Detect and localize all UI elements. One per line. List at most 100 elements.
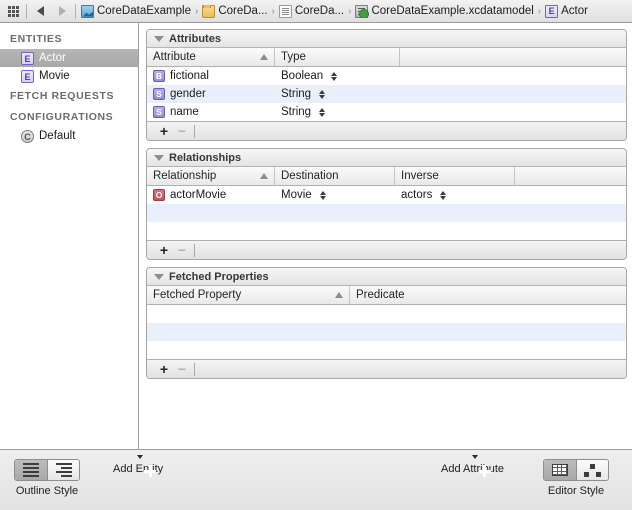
column-header-destination[interactable]: Destination xyxy=(275,167,395,185)
column-header-relationship[interactable]: Relationship xyxy=(147,167,275,185)
sort-ascending-icon xyxy=(260,54,268,60)
table-row-empty[interactable] xyxy=(147,323,626,341)
column-label: Inverse xyxy=(401,170,439,182)
attribute-name: name xyxy=(170,106,199,118)
sidebar-item-label: Default xyxy=(39,130,76,142)
outline-style-hierarchical-button[interactable] xyxy=(47,460,79,480)
outline-style-flat-button[interactable] xyxy=(15,460,47,480)
configuration-icon: C xyxy=(21,129,34,143)
column-header-type[interactable]: Type xyxy=(275,48,400,66)
disclosure-triangle-icon[interactable] xyxy=(154,35,164,42)
sidebar-item-default[interactable]: C Default xyxy=(0,127,138,145)
disclosure-triangle-icon[interactable] xyxy=(154,273,164,280)
column-header-predicate[interactable]: Predicate xyxy=(350,286,626,304)
attribute-name-cell[interactable]: S gender xyxy=(147,88,275,100)
breadcrumb-separator: › xyxy=(348,5,352,17)
breadcrumb-separator: › xyxy=(194,5,199,17)
sidebar-item-actor[interactable]: E Actor xyxy=(0,49,138,67)
grid-view-button[interactable] xyxy=(2,1,24,22)
add-relationship-row-button[interactable]: + xyxy=(155,243,173,257)
divider xyxy=(194,124,195,138)
folder-icon xyxy=(202,4,216,18)
remove-fetched-property-row-button[interactable]: − xyxy=(173,362,191,376)
panel-title: Fetched Properties xyxy=(169,270,269,283)
destination-value: Movie xyxy=(281,189,312,201)
remove-attribute-row-button[interactable]: − xyxy=(173,124,191,138)
attribute-type-badge-icon: B xyxy=(153,70,165,82)
editor-style-control[interactable]: Editor Style xyxy=(543,459,609,497)
back-button[interactable] xyxy=(29,1,51,22)
type-stepper-icon[interactable] xyxy=(319,107,326,117)
editor-style-table-button[interactable] xyxy=(544,460,576,480)
entity-icon: E xyxy=(545,4,559,18)
relationship-badge-icon: O xyxy=(153,189,165,201)
relationship-inverse-cell[interactable]: actors xyxy=(395,189,515,201)
add-entity-control[interactable]: Add Entity xyxy=(113,455,163,475)
attributes-panel-header[interactable]: Attributes xyxy=(147,30,626,48)
xcode-coredata-editor: CoreDataExample › CoreDa... › CoreDa... … xyxy=(0,0,632,510)
column-header-spacer[interactable] xyxy=(400,48,626,66)
relationship-name-cell[interactable]: O actorMovie xyxy=(147,189,275,201)
add-fetched-property-row-button[interactable]: + xyxy=(155,362,173,376)
relationships-panel-header[interactable]: Relationships xyxy=(147,149,626,167)
table-row-empty[interactable] xyxy=(147,305,626,323)
attribute-type-cell[interactable]: String xyxy=(275,88,400,100)
outline-style-control[interactable]: Outline Style xyxy=(14,459,80,497)
column-label: Predicate xyxy=(356,289,405,301)
type-stepper-icon[interactable] xyxy=(319,89,326,99)
sidebar-item-label: Movie xyxy=(39,70,70,82)
column-header-fetched-property[interactable]: Fetched Property xyxy=(147,286,350,304)
table-row-empty[interactable] xyxy=(147,341,626,359)
attributes-panel-footer: + − xyxy=(147,121,626,140)
column-header-attribute[interactable]: Attribute xyxy=(147,48,275,66)
table-row[interactable]: S name String xyxy=(147,103,626,121)
dropdown-arrow-icon[interactable] xyxy=(471,455,478,459)
breadcrumb-item-folder[interactable]: CoreDa... xyxy=(202,4,268,18)
sidebar-item-label: Actor xyxy=(39,52,66,64)
sidebar-group-entities: ENTITIES xyxy=(10,33,63,45)
add-attribute-control[interactable]: Add Attribute xyxy=(441,455,504,475)
relationships-panel-footer: + − xyxy=(147,240,626,259)
column-label: Destination xyxy=(281,170,339,182)
column-label: Type xyxy=(281,51,306,63)
attribute-type-cell[interactable]: String xyxy=(275,106,400,118)
table-row-empty[interactable] xyxy=(147,222,626,240)
inverse-stepper-icon[interactable] xyxy=(440,190,447,200)
jump-bar: CoreDataExample › CoreDa... › CoreDa... … xyxy=(0,0,632,23)
attribute-name-cell[interactable]: S name xyxy=(147,106,275,118)
add-attribute-row-button[interactable]: + xyxy=(155,124,173,138)
breadcrumb-label: CoreDa... xyxy=(294,5,345,17)
type-stepper-icon[interactable] xyxy=(331,71,338,81)
editor-style-segments[interactable] xyxy=(543,459,609,481)
breadcrumb-item-entity[interactable]: E Actor xyxy=(545,4,588,18)
table-row[interactable]: O actorMovie Movie actors xyxy=(147,186,626,204)
breadcrumb-item-document[interactable]: CoreDa... xyxy=(278,4,345,18)
column-header-inverse[interactable]: Inverse xyxy=(395,167,515,185)
sidebar-item-movie[interactable]: E Movie xyxy=(0,67,138,85)
sidebar-group-configurations: CONFIGURATIONS xyxy=(10,111,114,123)
attribute-name-cell[interactable]: B fictional xyxy=(147,70,275,82)
relationship-destination-cell[interactable]: Movie xyxy=(275,189,395,201)
breadcrumb-item-project[interactable]: CoreDataExample xyxy=(81,4,191,18)
editor-style-graph-button[interactable] xyxy=(576,460,608,480)
breadcrumb-item-datamodel[interactable]: CoreDataExample.xcdatamodel xyxy=(355,4,534,18)
attribute-type-cell[interactable]: Boolean xyxy=(275,70,400,82)
column-header-spacer[interactable] xyxy=(515,167,626,185)
table-row[interactable]: B fictional Boolean xyxy=(147,67,626,85)
sidebar-group-fetch-requests: FETCH REQUESTS xyxy=(10,90,115,102)
xcode-project-icon xyxy=(81,4,94,18)
forward-button[interactable] xyxy=(51,1,73,22)
disclosure-triangle-icon[interactable] xyxy=(154,154,164,161)
remove-relationship-row-button[interactable]: − xyxy=(173,243,191,257)
destination-stepper-icon[interactable] xyxy=(319,190,326,200)
attribute-name: fictional xyxy=(170,70,209,82)
forward-arrow-icon xyxy=(58,6,66,16)
table-row-empty[interactable] xyxy=(147,204,626,222)
sort-ascending-icon xyxy=(260,173,268,179)
outline-style-segments[interactable] xyxy=(14,459,80,481)
grid-icon xyxy=(7,5,19,17)
fetched-properties-panel-header[interactable]: Fetched Properties xyxy=(147,268,626,286)
back-arrow-icon xyxy=(36,6,44,16)
table-row[interactable]: S gender String xyxy=(147,85,626,103)
dropdown-arrow-icon[interactable] xyxy=(137,455,144,459)
